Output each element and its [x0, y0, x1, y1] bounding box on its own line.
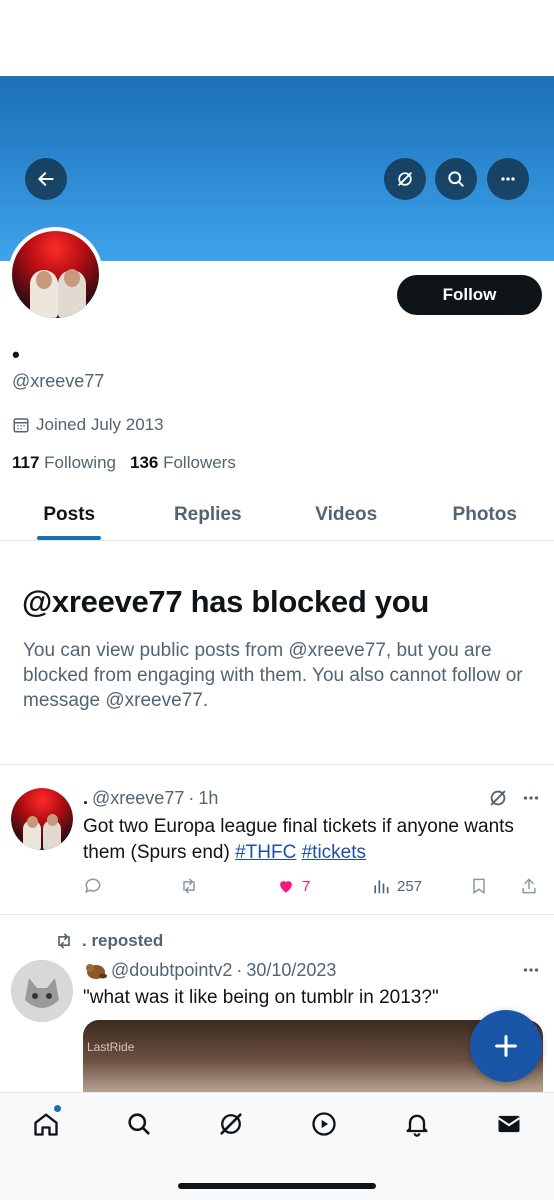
bell-icon	[406, 1114, 428, 1137]
like-count: 7	[302, 877, 311, 895]
heart-filled-icon	[280, 881, 292, 893]
divider	[0, 914, 554, 915]
joined-text: Joined July 2013	[36, 415, 164, 434]
repost-button[interactable]	[179, 876, 199, 896]
post-author-handle[interactable]: @doubtpointv2	[111, 960, 232, 981]
post-author-name[interactable]: .	[83, 788, 88, 809]
beaver-emoji-icon	[86, 964, 107, 979]
grok-icon[interactable]	[487, 787, 509, 809]
post-actions: 7 257	[83, 876, 543, 898]
grok-icon	[220, 1113, 242, 1135]
post-text: Got two Europa league final tickets if a…	[83, 816, 514, 863]
plus-icon	[495, 1035, 517, 1057]
tab-replies[interactable]: Replies	[139, 490, 278, 540]
like-button[interactable]: 7	[276, 876, 310, 896]
post-more-icon[interactable]	[520, 787, 542, 809]
more-options-button[interactable]	[487, 158, 529, 200]
divider	[0, 764, 554, 765]
share-button[interactable]	[519, 876, 539, 896]
home-icon	[34, 1113, 58, 1136]
bookmark-icon	[473, 878, 485, 895]
repost-icon	[58, 933, 70, 949]
search-button[interactable]	[435, 158, 477, 200]
post-author-handle[interactable]: @xreeve77	[92, 788, 184, 809]
avatar-image	[12, 231, 99, 318]
post-more-icon[interactable]	[520, 959, 542, 981]
grok-button[interactable]	[384, 158, 426, 200]
hashtag-link[interactable]: #tickets	[302, 842, 366, 863]
follow-button[interactable]: Follow	[397, 275, 542, 315]
profile-avatar[interactable]	[8, 227, 103, 322]
post-text: "what was it like being on tumblr in 201…	[83, 987, 439, 1008]
blocked-title: @xreeve77 has blocked you	[22, 584, 429, 619]
display-name: •	[12, 342, 20, 367]
post-date[interactable]: 30/10/2023	[246, 960, 336, 981]
hashtag-link[interactable]: #THFC	[235, 842, 296, 863]
nav-messages[interactable]	[494, 1109, 524, 1139]
nav-search[interactable]	[124, 1109, 154, 1139]
play-circle-icon	[312, 1112, 336, 1136]
share-icon	[522, 878, 536, 894]
status-bar-area	[0, 0, 554, 76]
search-icon	[448, 171, 464, 187]
profile-tabs: Posts Replies Videos Photos	[0, 490, 554, 541]
post-time-separator: ·	[188, 788, 195, 808]
nav-grok[interactable]	[216, 1109, 246, 1139]
envelope-icon	[497, 1115, 521, 1133]
blocked-message: You can view public posts from @xreeve77…	[23, 640, 523, 711]
calendar-icon	[13, 418, 29, 433]
post-header: @doubtpointv2 · 30/10/2023	[83, 959, 336, 981]
bookmark-button[interactable]	[469, 876, 489, 896]
nav-notifications[interactable]	[402, 1109, 432, 1139]
views-button[interactable]: 257	[371, 876, 422, 896]
post-time-separator: ·	[236, 959, 243, 980]
tab-videos[interactable]: Videos	[277, 490, 416, 540]
more-horizontal-icon	[501, 177, 515, 181]
post-header: . @xreeve77 · 1h	[83, 788, 218, 809]
reply-icon	[85, 878, 101, 894]
view-count: 257	[397, 877, 423, 895]
followers-link[interactable]: 136 Followers	[130, 453, 236, 473]
compose-post-button[interactable]	[470, 1010, 542, 1082]
grok-icon	[398, 172, 412, 186]
search-icon	[128, 1113, 150, 1135]
tab-photos[interactable]: Photos	[416, 490, 554, 540]
home-indicator	[178, 1183, 376, 1189]
media-watermark: LastRide	[87, 1040, 135, 1054]
tab-posts[interactable]: Posts	[0, 490, 139, 540]
repost-icon	[183, 878, 195, 894]
arrow-left-icon	[38, 172, 54, 186]
profile-handle: @xreeve77	[12, 371, 105, 391]
joined-date: Joined July 2013	[12, 415, 164, 435]
repost-indicator: . reposted	[54, 931, 163, 951]
nav-video[interactable]	[309, 1109, 339, 1139]
cat-avatar-image	[11, 960, 73, 1022]
post-avatar[interactable]	[11, 960, 73, 1022]
following-link[interactable]: 117 Following	[12, 453, 116, 473]
repost-label: . reposted	[82, 931, 164, 950]
nav-home[interactable]	[31, 1109, 61, 1139]
analytics-icon	[374, 880, 389, 894]
follow-counts: 117 Following 136 Followers	[12, 453, 236, 473]
post-avatar[interactable]	[11, 788, 73, 850]
back-button[interactable]	[25, 158, 67, 200]
reply-button[interactable]	[83, 876, 103, 896]
post-time[interactable]: 1h	[198, 788, 218, 809]
